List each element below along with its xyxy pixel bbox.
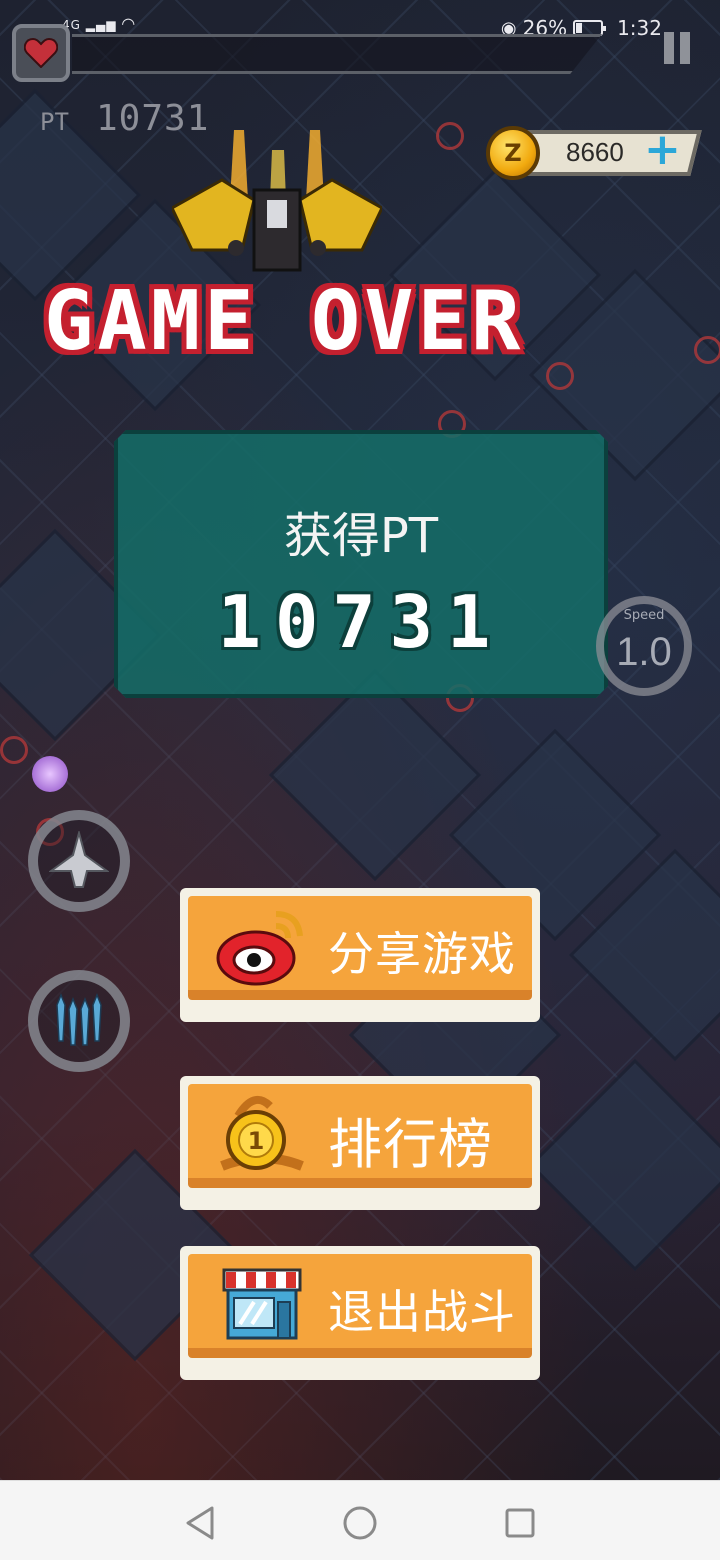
share-game-button[interactable]: 分享游戏 bbox=[180, 888, 540, 1022]
health-bar bbox=[72, 34, 602, 74]
earned-pt-label: 获得PT bbox=[283, 508, 439, 564]
share-game-button-face: 分享游戏 bbox=[188, 896, 532, 1000]
skill-button-fighter[interactable] bbox=[28, 810, 130, 912]
coin-counter: Z 8660 + bbox=[486, 124, 702, 184]
heart-icon bbox=[24, 38, 58, 68]
clock: 1:32 bbox=[617, 16, 662, 40]
weibo-icon bbox=[216, 911, 303, 986]
game-over-title: GAME OVER bbox=[44, 274, 525, 369]
exit-battle-button[interactable]: 退出战斗 bbox=[180, 1246, 540, 1380]
speed-label: Speed bbox=[623, 608, 665, 623]
purple-orb bbox=[32, 756, 68, 792]
skill-button-missiles[interactable] bbox=[28, 970, 130, 1072]
signal-icon: ▂▄▆ bbox=[85, 18, 117, 32]
enemy-bullet bbox=[436, 122, 464, 150]
nav-home-button[interactable] bbox=[338, 1501, 382, 1545]
speed-value: 1.0 bbox=[616, 630, 672, 674]
coin-icon: Z bbox=[486, 126, 540, 180]
score-panel: 获得PT 10731 bbox=[114, 430, 608, 698]
share-game-label: 分享游戏 bbox=[328, 927, 516, 981]
back-triangle-icon bbox=[186, 1506, 214, 1540]
coin-symbol: Z bbox=[504, 139, 522, 167]
earned-pt-value: 10731 bbox=[217, 580, 505, 664]
ranking-label: 排行榜 bbox=[328, 1113, 493, 1176]
fighter-icon bbox=[49, 831, 109, 888]
medal-icon: 1 bbox=[220, 1095, 304, 1171]
missile-barrage-icon bbox=[56, 992, 102, 1046]
ranking-button-face: 1 排行榜 bbox=[188, 1084, 532, 1188]
nav-back-button[interactable] bbox=[178, 1501, 222, 1545]
recent-square-icon bbox=[505, 1508, 535, 1538]
coin-value: 8660 bbox=[566, 137, 624, 167]
home-circle-icon bbox=[343, 1506, 377, 1540]
wifi-icon: ◠ bbox=[121, 14, 137, 33]
add-coins-button[interactable]: + bbox=[644, 128, 681, 172]
nav-recent-button[interactable] bbox=[498, 1501, 542, 1545]
ranking-button[interactable]: 1 排行榜 bbox=[180, 1076, 540, 1210]
pause-icon-bar bbox=[664, 32, 674, 64]
medal-number: 1 bbox=[248, 1127, 265, 1155]
speed-dial[interactable]: Speed 1.0 bbox=[596, 596, 692, 696]
pt-label: PT bbox=[40, 108, 69, 136]
pause-icon-bar bbox=[680, 32, 690, 64]
exit-battle-label: 退出战斗 bbox=[328, 1285, 516, 1339]
battery-icon bbox=[573, 20, 607, 36]
enemy-bullet bbox=[546, 362, 574, 390]
pause-button[interactable] bbox=[664, 32, 690, 64]
network-indicator: 4G ▂▄▆ ◠ bbox=[62, 14, 136, 33]
health-frame bbox=[12, 24, 70, 82]
enemy-bullet bbox=[0, 736, 28, 764]
bg-tile bbox=[528, 1058, 720, 1272]
player-ship bbox=[172, 130, 382, 272]
system-nav-bar bbox=[0, 1480, 720, 1560]
shop-icon bbox=[222, 1268, 302, 1340]
exit-battle-button-face: 退出战斗 bbox=[188, 1254, 532, 1358]
